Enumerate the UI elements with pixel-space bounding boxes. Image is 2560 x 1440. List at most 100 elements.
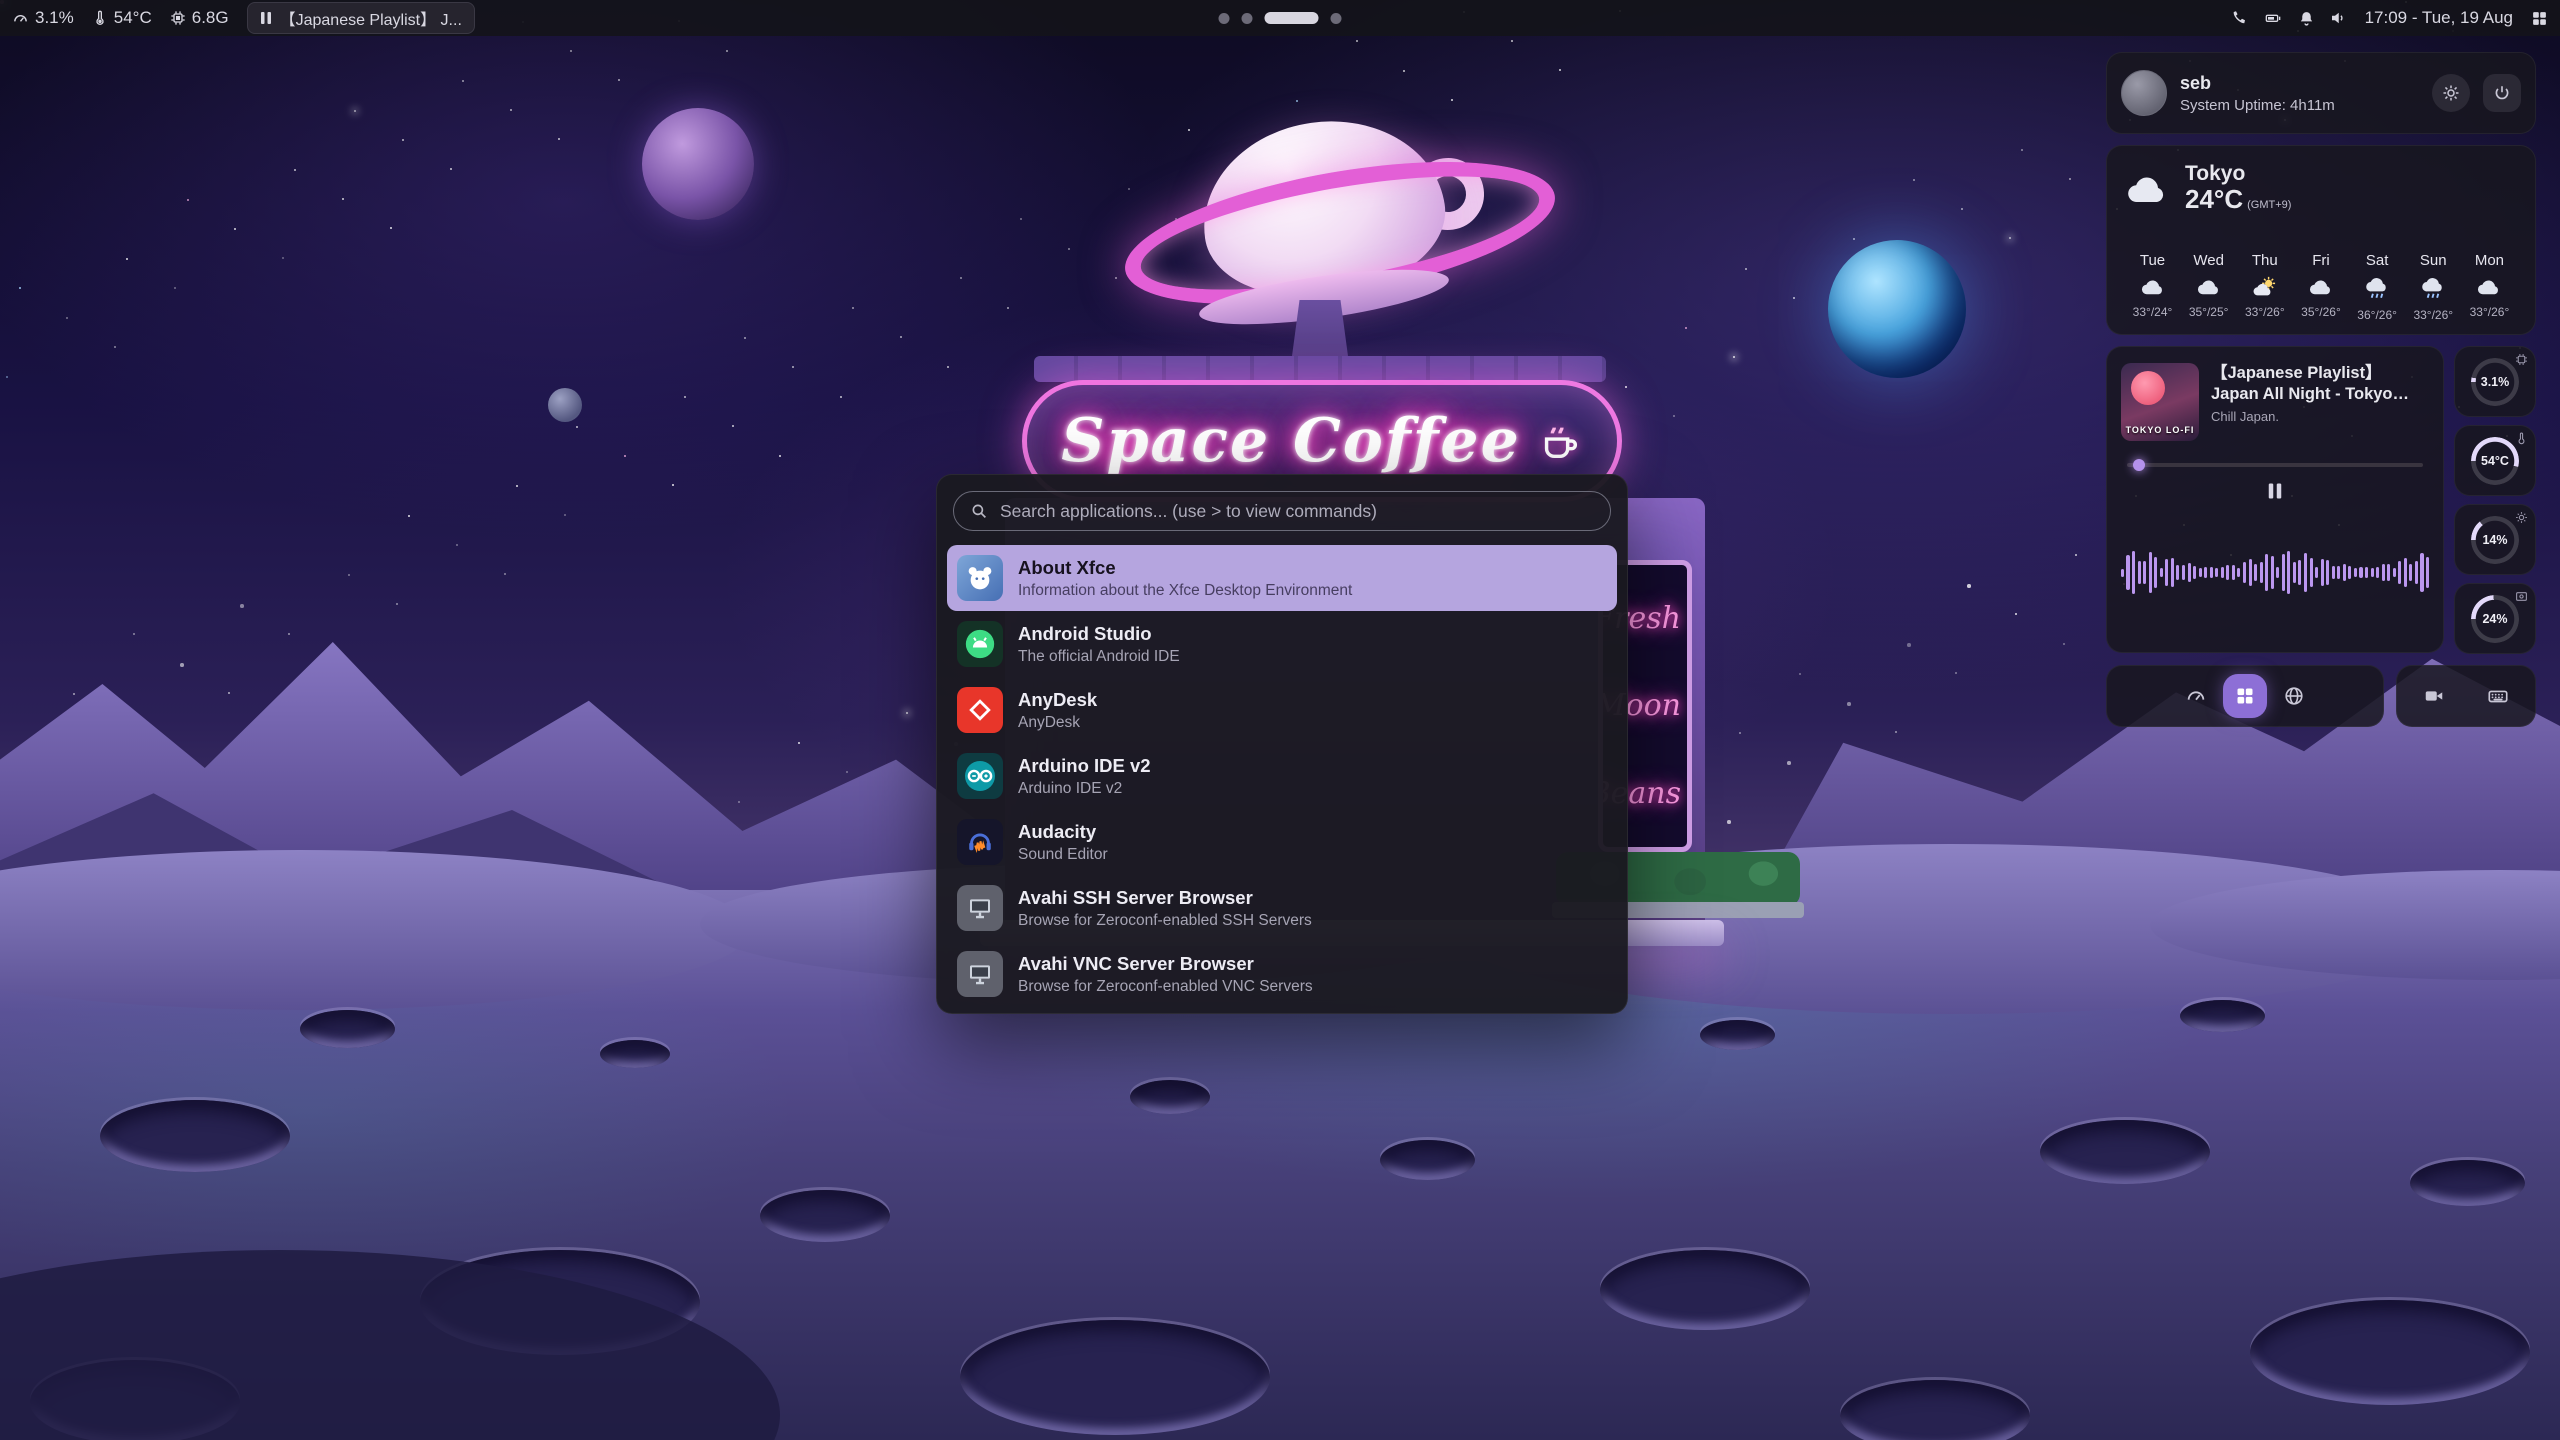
cloud-icon xyxy=(2138,275,2168,299)
apps-grid-icon[interactable] xyxy=(2531,10,2548,27)
app-grid-button[interactable] xyxy=(2223,674,2267,718)
temperature-gauge: 54°C xyxy=(2454,425,2536,496)
power-icon xyxy=(2493,84,2511,102)
globe-icon xyxy=(2283,685,2305,707)
pause-icon xyxy=(260,11,272,25)
launcher-search-bar[interactable] xyxy=(953,491,1611,531)
audio-visualizer xyxy=(2121,509,2429,636)
avatar xyxy=(2121,70,2167,116)
workspace-dot-2[interactable] xyxy=(1242,13,1253,24)
forecast-row: Tue 33°/24° Wed 35°/25° Thu 33°/26° Fri … xyxy=(2123,252,2519,322)
app-name: Avahi SSH Server Browser xyxy=(1018,887,1312,909)
gear-icon xyxy=(2442,84,2460,102)
wallpaper-planet-purple xyxy=(642,108,754,220)
cpu-usage-value: 3.1% xyxy=(35,8,74,28)
performance-button[interactable] xyxy=(2174,674,2218,718)
volume-icon[interactable] xyxy=(2329,9,2347,27)
app-name: AnyDesk xyxy=(1018,689,1097,711)
weather-card: Tokyo 24°C (GMT+9) Tue 33°/24° Wed 35°/25… xyxy=(2106,145,2536,335)
app-row-audacity[interactable]: Audacity Sound Editor xyxy=(947,809,1617,875)
app-description: Browse for Zeroconf-enabled VNC Servers xyxy=(1018,978,1313,996)
temperature-gauge-value: 54°C xyxy=(2471,437,2519,485)
app-row-avahi-ssh[interactable]: Avahi SSH Server Browser Browse for Zeroc… xyxy=(947,875,1617,941)
cloud-icon xyxy=(2123,168,2171,208)
system-uptime: System Uptime: 4h11m xyxy=(2180,97,2419,114)
anydesk-icon xyxy=(957,687,1003,733)
workspace-dot-1[interactable] xyxy=(1219,13,1230,24)
screen-record-button[interactable] xyxy=(2412,674,2456,718)
album-art: TOKYO LO-FI xyxy=(2121,363,2199,441)
cpu-temp-value: 54°C xyxy=(114,8,152,28)
neon-sign-text: Space Coffee xyxy=(1061,406,1521,476)
forecast-day: Fri 35°/26° xyxy=(2293,252,2348,322)
neon-coffee-cup-icon xyxy=(1537,418,1583,464)
cloud-icon xyxy=(2194,275,2224,299)
app-list: About XfceInformation about the Xfce Des… xyxy=(937,541,1627,1013)
apps-grid-icon xyxy=(2235,686,2255,706)
app-name: Avahi VNC Server Browser xyxy=(1018,953,1313,975)
media-progress-thumb[interactable] xyxy=(2133,459,2145,471)
forecast-day: Mon 33°/26° xyxy=(2462,252,2517,322)
memory-value: 6.8G xyxy=(192,8,229,28)
disk-gauge-value: 24% xyxy=(2471,595,2519,643)
app-description: Information about the Xfce Desktop Envir… xyxy=(1018,582,1352,600)
cpu-gauge: 3.1% xyxy=(2454,346,2536,417)
settings-button[interactable] xyxy=(2432,74,2470,112)
disk-gauge: 24% xyxy=(2454,583,2536,654)
track-title: 【Japanese Playlist】 Japan All Night - To… xyxy=(2211,363,2429,404)
wallpaper-planet-earth xyxy=(1828,240,1966,378)
user-name: seb xyxy=(2180,73,2419,94)
workspace-dot-4[interactable] xyxy=(1331,13,1342,24)
app-name: Audacity xyxy=(1018,821,1108,843)
workspace-indicator xyxy=(1219,0,1342,36)
album-art-label: TOKYO LO-FI xyxy=(2121,425,2199,435)
app-row-anydesk[interactable]: AnyDesk AnyDesk xyxy=(947,677,1617,743)
cloud-icon xyxy=(2474,275,2504,299)
app-row-about-xfce[interactable]: About XfceInformation about the Xfce Des… xyxy=(947,545,1617,611)
workspace-active-pill[interactable] xyxy=(1265,12,1319,24)
app-description: The official Android IDE xyxy=(1018,648,1180,666)
keyboard-icon xyxy=(2486,685,2510,707)
phone-icon[interactable] xyxy=(2230,9,2248,27)
monitor-icon xyxy=(957,885,1003,931)
app-description: AnyDesk xyxy=(1018,714,1097,732)
audacity-headphones-icon xyxy=(957,819,1003,865)
pause-button[interactable] xyxy=(2266,481,2284,501)
forecast-day: Wed 35°/25° xyxy=(2181,252,2236,322)
sidebar-dashboard: seb System Uptime: 4h11m Tokyo 24°C (GMT+… xyxy=(2106,52,2536,727)
weather-temperature: 24°C xyxy=(2185,184,2243,214)
battery-icon[interactable] xyxy=(2262,10,2284,26)
forecast-day: Sun 33°/26° xyxy=(2406,252,2461,322)
notification-bell-icon[interactable] xyxy=(2298,10,2315,27)
app-name: Android Studio xyxy=(1018,623,1180,645)
forecast-day: Tue 33°/24° xyxy=(2125,252,2180,322)
monitor-icon xyxy=(957,951,1003,997)
app-row-android-studio[interactable]: Android Studio The official Android IDE xyxy=(947,611,1617,677)
system-gauges: 3.1% 54°C 14% 24% xyxy=(2454,346,2536,654)
media-progress-bar[interactable] xyxy=(2127,463,2423,467)
power-button[interactable] xyxy=(2483,74,2521,112)
cpu-gauge-value: 3.1% xyxy=(2471,358,2519,406)
network-globe-button[interactable] xyxy=(2272,674,2316,718)
user-card: seb System Uptime: 4h11m xyxy=(2106,52,2536,134)
arduino-infinity-icon xyxy=(957,753,1003,799)
clock[interactable]: 17:09 - Tue, 19 Aug xyxy=(2365,8,2513,28)
thermometer-icon xyxy=(92,10,108,26)
weather-city: Tokyo xyxy=(2185,162,2291,185)
speedometer-icon xyxy=(2185,685,2207,707)
rain-cloud-icon xyxy=(2418,275,2448,302)
app-description: Browse for Zeroconf-enabled SSH Servers xyxy=(1018,912,1312,930)
app-description: Arduino IDE v2 xyxy=(1018,780,1151,798)
search-input[interactable] xyxy=(1000,501,1594,522)
app-row-avahi-vnc[interactable]: Avahi VNC Server Browser Browse for Zeroc… xyxy=(947,941,1617,1007)
memory-chip-icon xyxy=(170,10,186,26)
weather-timezone: (GMT+9) xyxy=(2247,199,2291,211)
cloud-icon xyxy=(2306,275,2336,299)
keyboard-button[interactable] xyxy=(2476,674,2520,718)
app-description: Sound Editor xyxy=(1018,846,1108,864)
app-row-arduino[interactable]: Arduino IDE v2Arduino IDE v2 xyxy=(947,743,1617,809)
cpu-usage-indicator: 3.1% xyxy=(12,8,74,28)
media-player-card: TOKYO LO-FI 【Japanese Playlist】 Japan Al… xyxy=(2106,346,2444,653)
quick-actions-card xyxy=(2106,665,2384,727)
now-playing-widget[interactable]: 【Japanese Playlist】 J... xyxy=(247,2,475,34)
